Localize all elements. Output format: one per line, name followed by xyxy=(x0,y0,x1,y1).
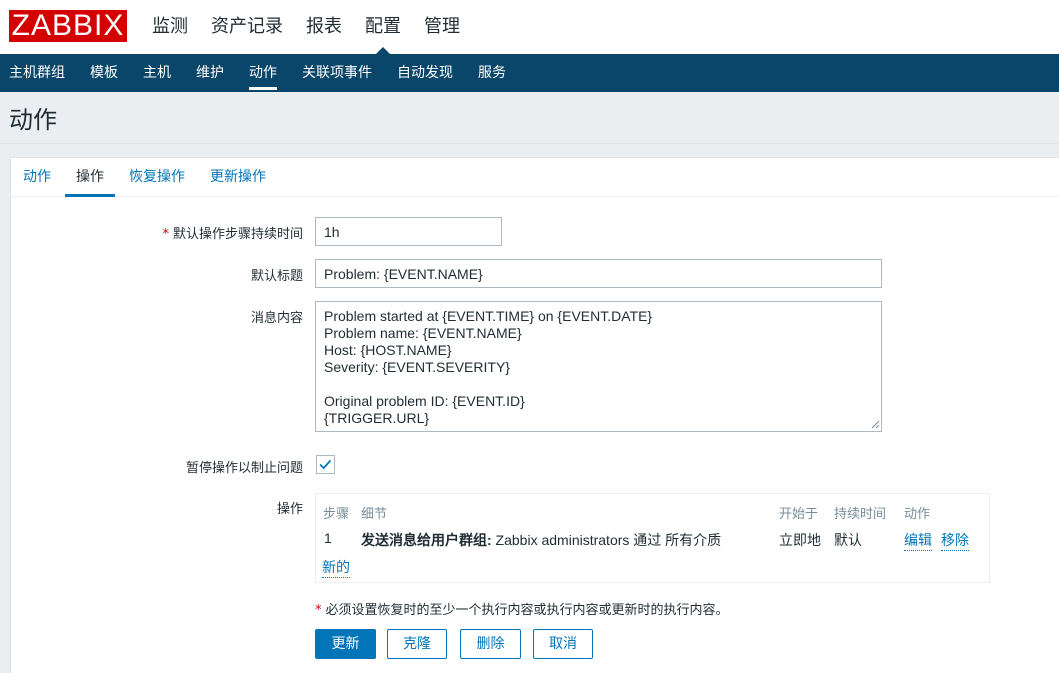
action-form-container: 动作 操作 恢复操作 更新操作 *默认操作步骤持续时间 默认标题 消息内容 Pr… xyxy=(10,157,1059,673)
tab-recovery-operations[interactable]: 恢复操作 xyxy=(129,158,197,196)
col-step: 步骤 xyxy=(323,507,350,522)
tab-update-operations[interactable]: 更新操作 xyxy=(210,158,278,196)
default-subject-input[interactable] xyxy=(315,259,882,288)
page-title: 动作 xyxy=(9,106,57,134)
op-details: 发送消息给用户群组: Zabbix administrators 通过 所有介质 xyxy=(361,530,721,550)
new-operation-link[interactable]: 新的 xyxy=(322,557,350,578)
required-note-mark: * xyxy=(315,603,322,618)
default-subject-label: 默认标题 xyxy=(250,269,303,284)
op-remove-link[interactable]: 移除 xyxy=(941,530,969,551)
step-duration-label: * 默认操作步骤持续时间 xyxy=(162,223,303,242)
cancel-button[interactable]: 取消 xyxy=(533,629,593,659)
default-message-label: 消息内容 xyxy=(250,311,303,326)
tab-operations[interactable]: 操作 xyxy=(65,158,116,197)
sub-menu-hosts[interactable]: 主机 xyxy=(143,54,171,92)
main-menu-monitoring[interactable]: 监测 xyxy=(152,0,188,54)
op-duration: 默认 xyxy=(834,532,862,548)
operations-table: 步骤 细节 开始于 持续时间 动作 1 发送消息给用户群组: Zabbix ad… xyxy=(315,493,990,583)
checkmark-icon xyxy=(319,459,332,470)
zabbix-logo[interactable]: ZABBIX xyxy=(9,10,127,42)
main-menu: 监测 资产记录 报表 配置 管理 xyxy=(152,0,483,54)
main-menu-administration[interactable]: 管理 xyxy=(424,0,460,54)
op-details-rest: Zabbix administrators 通过 所有介质 xyxy=(491,532,722,548)
sub-menu-event-correlation[interactable]: 关联项事件 xyxy=(302,54,372,92)
main-menu-configuration[interactable]: 配置 xyxy=(365,0,401,54)
clone-button[interactable]: 克隆 xyxy=(387,629,447,659)
sub-menu-services[interactable]: 服务 xyxy=(478,54,506,92)
col-start-in: 开始于 xyxy=(779,507,819,522)
sub-menu-actions[interactable]: 动作 xyxy=(249,54,277,92)
sub-menu-maintenance[interactable]: 维护 xyxy=(196,54,224,92)
form-tabs: 动作 操作 恢复操作 更新操作 xyxy=(11,158,1059,197)
step-duration-label-text: 默认操作步骤持续时间 xyxy=(172,227,303,242)
operations-label: 操作 xyxy=(276,502,303,517)
pause-suppressed-label: 暂停操作以制止问题 xyxy=(185,461,303,476)
col-details: 细节 xyxy=(361,507,388,522)
main-menu-inventory[interactable]: 资产记录 xyxy=(211,0,283,54)
sub-menu-host-groups[interactable]: 主机群组 xyxy=(9,54,65,92)
op-edit-link[interactable]: 编辑 xyxy=(904,530,932,551)
required-note-text: 必须设置恢复时的至少一个执行内容或执行内容或更新时的执行内容。 xyxy=(325,603,729,618)
top-header: ZABBIX 监测 资产记录 报表 配置 管理 xyxy=(0,0,1059,54)
sub-menu-discovery[interactable]: 自动发现 xyxy=(397,54,453,92)
tab-action[interactable]: 动作 xyxy=(23,158,63,196)
op-details-bold: 发送消息给用户群组: xyxy=(361,532,492,548)
required-note: * 必须设置恢复时的至少一个执行内容或执行内容或更新时的执行内容。 xyxy=(315,599,729,618)
op-start-in: 立即地 xyxy=(779,532,821,548)
col-duration: 持续时间 xyxy=(834,507,887,522)
pause-suppressed-checkbox[interactable] xyxy=(316,455,335,474)
update-button[interactable]: 更新 xyxy=(315,629,376,659)
sub-menu: 主机群组 模板 主机 维护 动作 关联项事件 自动发现 服务 xyxy=(0,54,1059,92)
default-message-textarea[interactable]: Problem started at {EVENT.TIME} on {EVEN… xyxy=(315,301,882,432)
main-menu-reports[interactable]: 报表 xyxy=(306,0,342,54)
op-step: 1 xyxy=(324,530,332,546)
delete-button[interactable]: 删除 xyxy=(460,629,521,659)
step-duration-input[interactable] xyxy=(315,217,502,246)
required-mark: * xyxy=(162,227,169,242)
col-action: 动作 xyxy=(904,507,931,522)
sub-menu-templates[interactable]: 模板 xyxy=(90,54,118,92)
page-header: 动作 xyxy=(0,92,1059,144)
